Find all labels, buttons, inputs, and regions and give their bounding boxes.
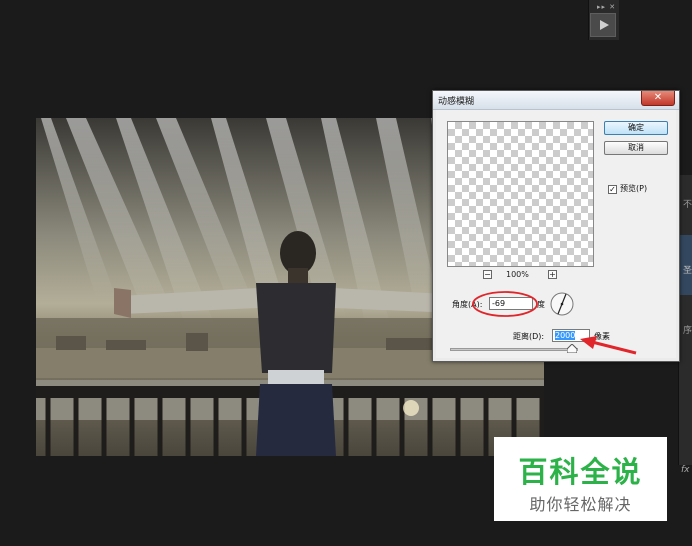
distance-unit: 像素 bbox=[594, 332, 610, 341]
play-icon[interactable] bbox=[590, 13, 616, 37]
zoom-out-button[interactable]: − bbox=[483, 270, 492, 279]
watermark-title: 百科全说 bbox=[518, 455, 643, 489]
close-icon[interactable]: ✕ bbox=[641, 91, 675, 106]
panel-grip[interactable]: ▸▸ ✕ bbox=[597, 3, 616, 11]
distance-input[interactable]: 2000 bbox=[552, 329, 590, 342]
dialog-titlebar[interactable]: 动感模糊 ✕ bbox=[433, 91, 679, 110]
dialog-body: − 100% + 确定 取消 ✓ 预览(P) 角度(A): -69 度 距离(D… bbox=[436, 110, 676, 358]
angle-label: 角度(A): bbox=[452, 300, 483, 309]
angle-input[interactable]: -69 bbox=[489, 297, 533, 310]
right-panel-tab-2[interactable]: 圣 bbox=[683, 263, 692, 276]
distance-label: 距离(D): bbox=[513, 332, 545, 341]
motion-blur-dialog: 动感模糊 ✕ − 100% + 确定 取消 ✓ 预览(P) 角度(A): -69… bbox=[432, 90, 680, 362]
preview-checkbox-label: 预览(P) bbox=[620, 184, 648, 193]
right-panel-edge: 不 圣 序 bbox=[678, 175, 692, 465]
fx-icon[interactable]: fx bbox=[681, 465, 690, 475]
watermark-logo: 百科全说 助你轻松解决 bbox=[494, 437, 667, 521]
zoom-level: 100% bbox=[506, 270, 529, 279]
watermark-subtitle: 助你轻松解决 bbox=[529, 495, 632, 514]
zoom-in-button[interactable]: + bbox=[548, 270, 557, 279]
distance-slider[interactable] bbox=[450, 348, 578, 351]
dialog-title: 动感模糊 bbox=[438, 97, 475, 107]
angle-dial-icon[interactable] bbox=[549, 291, 575, 317]
cancel-button[interactable]: 取消 bbox=[604, 141, 668, 155]
distance-value: 2000 bbox=[555, 331, 576, 340]
filter-preview[interactable] bbox=[447, 121, 594, 267]
right-panel-tab-1[interactable]: 不 bbox=[683, 197, 692, 210]
slider-thumb-icon[interactable] bbox=[567, 344, 577, 353]
right-panel-tab-3[interactable]: 序 bbox=[683, 323, 692, 336]
angle-unit: 度 bbox=[537, 300, 545, 309]
ok-button[interactable]: 确定 bbox=[604, 121, 668, 135]
preview-checkbox[interactable]: ✓ bbox=[608, 185, 617, 194]
